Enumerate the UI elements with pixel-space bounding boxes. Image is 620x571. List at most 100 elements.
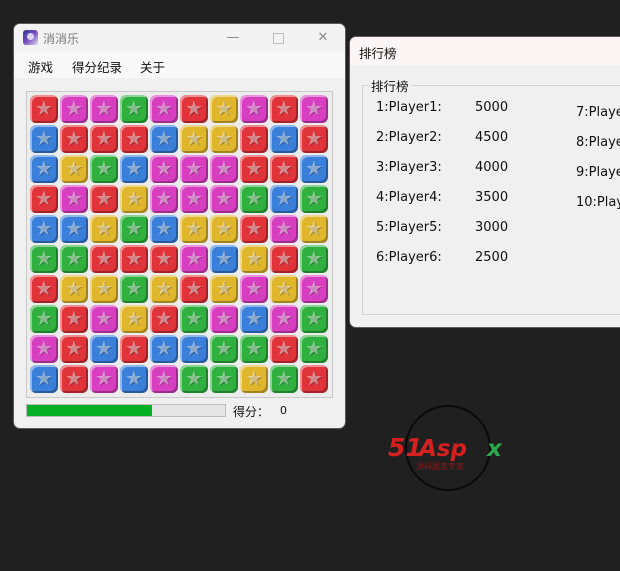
yellow-star-tile[interactable]: ★: [210, 95, 238, 123]
magenta-star-tile[interactable]: ★: [150, 185, 178, 213]
red-star-tile[interactable]: ★: [90, 125, 118, 153]
green-star-tile[interactable]: ★: [270, 365, 298, 393]
green-star-tile[interactable]: ★: [90, 155, 118, 183]
green-star-tile[interactable]: ★: [300, 185, 328, 213]
yellow-star-tile[interactable]: ★: [240, 245, 268, 273]
red-star-tile[interactable]: ★: [270, 155, 298, 183]
green-star-tile[interactable]: ★: [300, 335, 328, 363]
red-star-tile[interactable]: ★: [30, 185, 58, 213]
magenta-star-tile[interactable]: ★: [90, 365, 118, 393]
red-star-tile[interactable]: ★: [30, 275, 58, 303]
red-star-tile[interactable]: ★: [240, 215, 268, 243]
yellow-star-tile[interactable]: ★: [300, 215, 328, 243]
menu-game[interactable]: 游戏: [28, 57, 53, 76]
blue-star-tile[interactable]: ★: [120, 155, 148, 183]
yellow-star-tile[interactable]: ★: [210, 215, 238, 243]
blue-star-tile[interactable]: ★: [90, 335, 118, 363]
red-star-tile[interactable]: ★: [180, 95, 208, 123]
blue-star-tile[interactable]: ★: [150, 335, 178, 363]
green-star-tile[interactable]: ★: [180, 305, 208, 333]
magenta-star-tile[interactable]: ★: [90, 95, 118, 123]
red-star-tile[interactable]: ★: [270, 95, 298, 123]
red-star-tile[interactable]: ★: [60, 125, 88, 153]
yellow-star-tile[interactable]: ★: [210, 125, 238, 153]
yellow-star-tile[interactable]: ★: [60, 275, 88, 303]
green-star-tile[interactable]: ★: [210, 365, 238, 393]
yellow-star-tile[interactable]: ★: [90, 215, 118, 243]
green-star-tile[interactable]: ★: [30, 245, 58, 273]
blue-star-tile[interactable]: ★: [30, 155, 58, 183]
magenta-star-tile[interactable]: ★: [300, 275, 328, 303]
green-star-tile[interactable]: ★: [120, 215, 148, 243]
game-board[interactable]: ★ ★ ★ ★ ★ ★ ★ ★ ★ ★ ★ ★ ★ ★ ★ ★ ★ ★ ★ ★ ★ ★ ★ ★ ★ ★ ★ ★ ★ ★ ★ ★ ★ ★ ★ ★ ★ ★ ★ ★…: [26, 91, 333, 398]
red-star-tile[interactable]: ★: [270, 245, 298, 273]
green-star-tile[interactable]: ★: [30, 305, 58, 333]
yellow-star-tile[interactable]: ★: [60, 155, 88, 183]
menu-score-records[interactable]: 得分纪录: [72, 57, 122, 76]
red-star-tile[interactable]: ★: [30, 95, 58, 123]
yellow-star-tile[interactable]: ★: [120, 305, 148, 333]
magenta-star-tile[interactable]: ★: [150, 365, 178, 393]
green-star-tile[interactable]: ★: [300, 305, 328, 333]
red-star-tile[interactable]: ★: [120, 125, 148, 153]
red-star-tile[interactable]: ★: [150, 245, 178, 273]
magenta-star-tile[interactable]: ★: [150, 95, 178, 123]
blue-star-tile[interactable]: ★: [150, 215, 178, 243]
yellow-star-tile[interactable]: ★: [210, 275, 238, 303]
green-star-tile[interactable]: ★: [240, 185, 268, 213]
green-star-tile[interactable]: ★: [120, 275, 148, 303]
green-star-tile[interactable]: ★: [60, 245, 88, 273]
magenta-star-tile[interactable]: ★: [90, 305, 118, 333]
red-star-tile[interactable]: ★: [240, 125, 268, 153]
blue-star-tile[interactable]: ★: [30, 125, 58, 153]
blue-star-tile[interactable]: ★: [180, 335, 208, 363]
game-titlebar[interactable]: 消消乐 — ✕: [14, 24, 345, 52]
magenta-star-tile[interactable]: ★: [180, 245, 208, 273]
magenta-star-tile[interactable]: ★: [30, 335, 58, 363]
red-star-tile[interactable]: ★: [150, 305, 178, 333]
magenta-star-tile[interactable]: ★: [60, 95, 88, 123]
magenta-star-tile[interactable]: ★: [210, 155, 238, 183]
yellow-star-tile[interactable]: ★: [240, 365, 268, 393]
magenta-star-tile[interactable]: ★: [180, 185, 208, 213]
blue-star-tile[interactable]: ★: [60, 215, 88, 243]
red-star-tile[interactable]: ★: [180, 275, 208, 303]
blue-star-tile[interactable]: ★: [150, 125, 178, 153]
blue-star-tile[interactable]: ★: [240, 305, 268, 333]
blue-star-tile[interactable]: ★: [270, 125, 298, 153]
yellow-star-tile[interactable]: ★: [270, 275, 298, 303]
magenta-star-tile[interactable]: ★: [180, 155, 208, 183]
red-star-tile[interactable]: ★: [300, 125, 328, 153]
red-star-tile[interactable]: ★: [60, 365, 88, 393]
yellow-star-tile[interactable]: ★: [120, 185, 148, 213]
red-star-tile[interactable]: ★: [120, 245, 148, 273]
red-star-tile[interactable]: ★: [60, 305, 88, 333]
maximize-button[interactable]: [266, 27, 290, 49]
blue-star-tile[interactable]: ★: [30, 215, 58, 243]
red-star-tile[interactable]: ★: [270, 335, 298, 363]
blue-star-tile[interactable]: ★: [270, 185, 298, 213]
blue-star-tile[interactable]: ★: [120, 365, 148, 393]
red-star-tile[interactable]: ★: [90, 185, 118, 213]
minimize-button[interactable]: —: [221, 27, 245, 49]
close-button[interactable]: ✕: [311, 27, 335, 49]
yellow-star-tile[interactable]: ★: [90, 275, 118, 303]
red-star-tile[interactable]: ★: [60, 335, 88, 363]
magenta-star-tile[interactable]: ★: [150, 155, 178, 183]
yellow-star-tile[interactable]: ★: [150, 275, 178, 303]
leaderboard-titlebar[interactable]: 排行榜: [350, 37, 620, 65]
red-star-tile[interactable]: ★: [90, 245, 118, 273]
menu-about[interactable]: 关于: [140, 57, 165, 76]
red-star-tile[interactable]: ★: [300, 365, 328, 393]
green-star-tile[interactable]: ★: [300, 245, 328, 273]
blue-star-tile[interactable]: ★: [30, 365, 58, 393]
green-star-tile[interactable]: ★: [180, 365, 208, 393]
red-star-tile[interactable]: ★: [240, 155, 268, 183]
blue-star-tile[interactable]: ★: [300, 155, 328, 183]
magenta-star-tile[interactable]: ★: [60, 185, 88, 213]
magenta-star-tile[interactable]: ★: [270, 215, 298, 243]
magenta-star-tile[interactable]: ★: [300, 95, 328, 123]
red-star-tile[interactable]: ★: [120, 335, 148, 363]
magenta-star-tile[interactable]: ★: [270, 305, 298, 333]
magenta-star-tile[interactable]: ★: [240, 95, 268, 123]
